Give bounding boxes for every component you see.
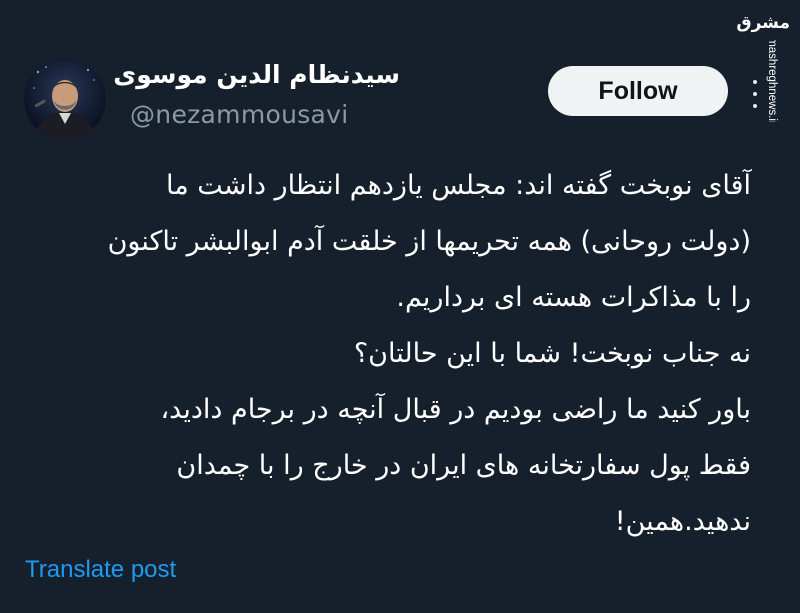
tweet-line: ندهید.همین! — [614, 506, 751, 537]
more-dot — [753, 104, 757, 108]
more-dot — [753, 92, 757, 96]
watermark-url-text: mashreghnews.ir — [766, 40, 778, 122]
account-handle[interactable]: @nezammousavi — [130, 100, 349, 129]
tweet-line: باور کنید ما راضی بودیم در قبال آنچه در … — [160, 394, 751, 425]
follow-button[interactable]: Follow — [548, 66, 728, 116]
watermark-logo: مشرق — [736, 13, 790, 33]
display-name[interactable]: سیدنظام الدین موسوی — [113, 60, 400, 89]
avatar[interactable] — [24, 58, 106, 140]
tweet-line: آقای نوبخت گفته اند: مجلس یازدهم انتظار … — [166, 170, 751, 201]
watermark-url: mashreghnews.ir — [761, 40, 783, 122]
tweet-text: آقای نوبخت گفته اند: مجلس یازدهم انتظار … — [24, 158, 751, 550]
tweet-line: نه جناب نوبخت! شما با این حالتان؟ — [353, 338, 751, 369]
avatar-image — [33, 66, 96, 140]
tweet-card: مشرق mashreghnews.ir سیدنظام الدین موسوی… — [0, 0, 800, 613]
tweet-line: (دولت روحانی) همه تحریمها از خلقت آدم اب… — [107, 226, 751, 257]
more-horizontal-icon[interactable] — [750, 80, 760, 108]
translate-post-link[interactable]: Translate post — [25, 556, 176, 584]
tweet-line: را با مذاکرات هسته ای برداریم. — [396, 282, 751, 313]
more-dot — [753, 80, 757, 84]
tweet-line: فقط پول سفارتخانه های ایران در خارج را ب… — [176, 450, 751, 481]
